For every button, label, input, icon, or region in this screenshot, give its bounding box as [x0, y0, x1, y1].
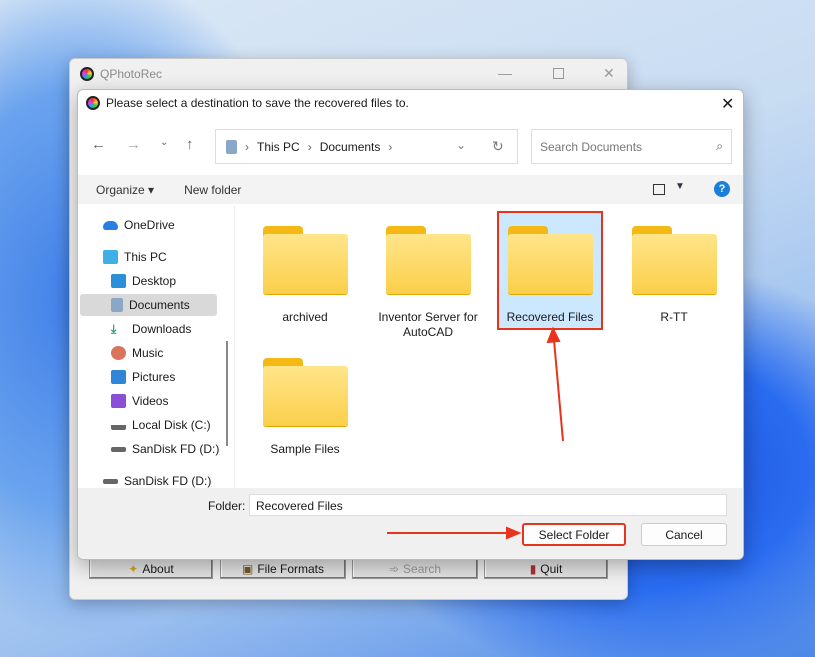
annotation-arrowhead [546, 326, 561, 344]
annotation-arrows [387, 326, 564, 540]
annotation-arrow-vertical [553, 339, 564, 442]
annotation-arrowhead [506, 526, 522, 540]
